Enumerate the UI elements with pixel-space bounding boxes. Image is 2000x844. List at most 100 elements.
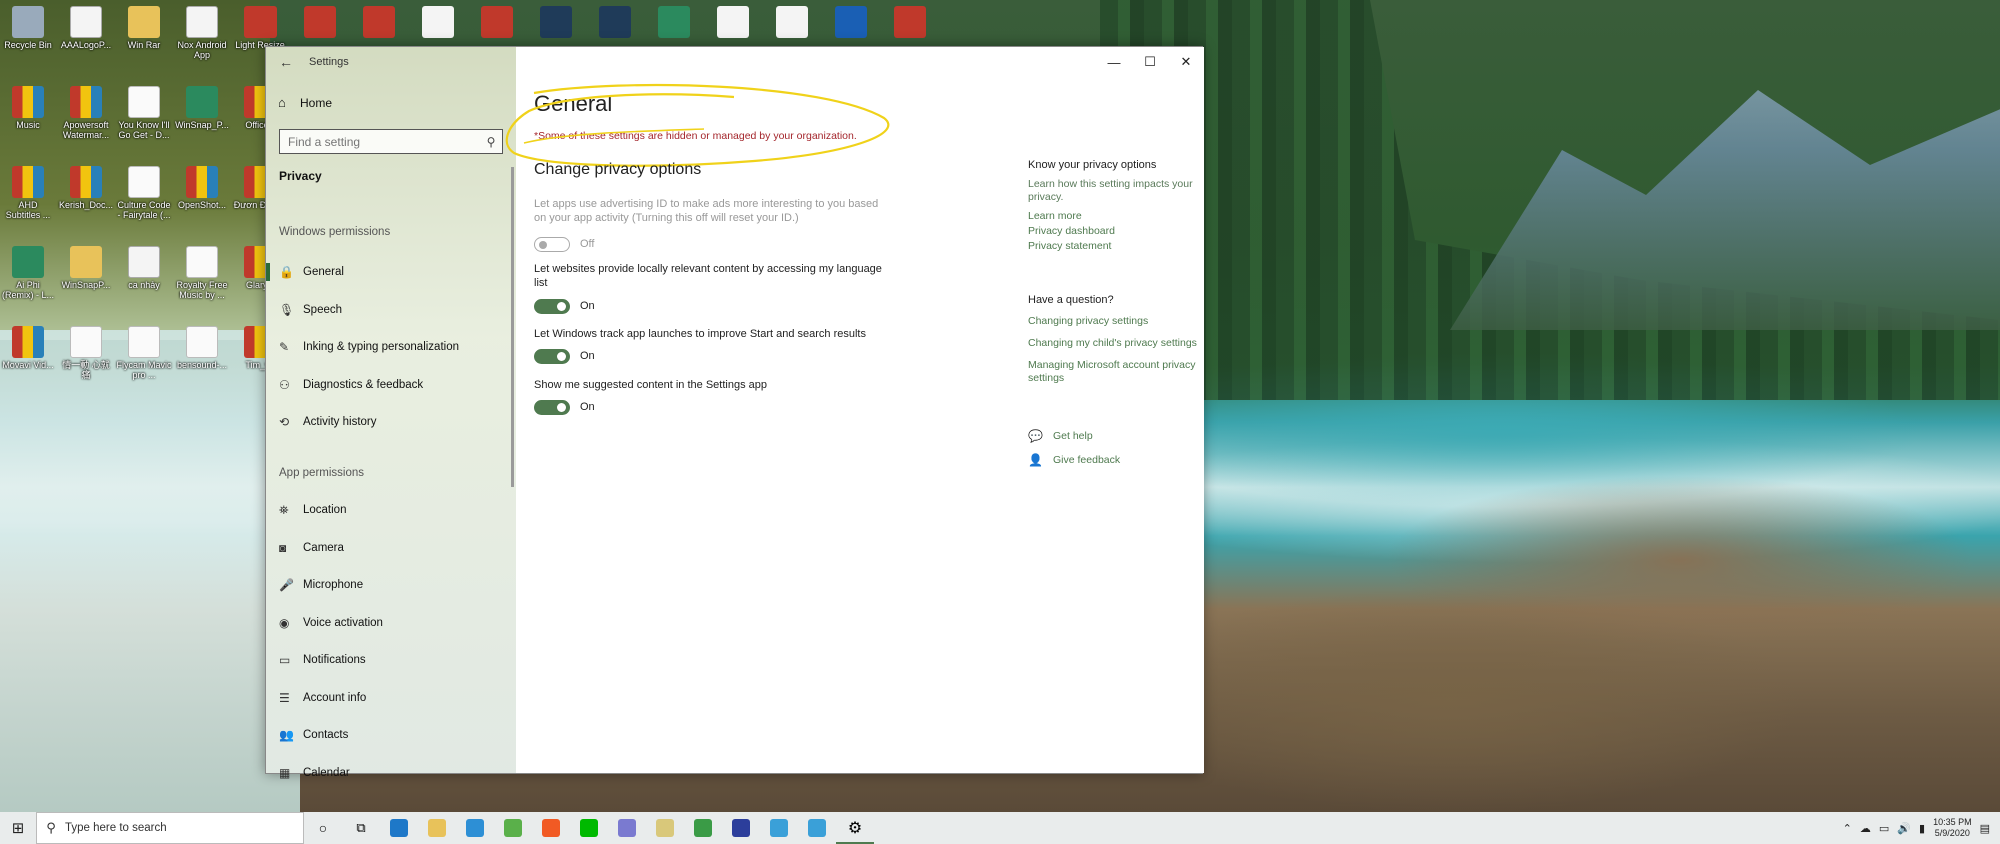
help-link[interactable]: Privacy statement bbox=[1028, 240, 1203, 253]
desktop-icon[interactable]: bensound-... bbox=[174, 326, 230, 370]
cortana-button[interactable]: ○ bbox=[304, 812, 342, 844]
taskbar-app-blue[interactable] bbox=[722, 812, 760, 844]
taskbar-file-explorer[interactable] bbox=[418, 812, 456, 844]
desktop-icon[interactable] bbox=[776, 6, 808, 38]
nav-item-microphone[interactable]: 🎤 Microphone bbox=[279, 574, 509, 596]
desktop-icon[interactable]: You Know I'll Go Get - D... bbox=[116, 86, 172, 140]
desktop-icon[interactable] bbox=[717, 6, 749, 38]
notification-center-icon[interactable]: ▤ bbox=[1980, 822, 1990, 835]
desktop-icon[interactable] bbox=[599, 6, 631, 38]
sidebar-scrollbar[interactable] bbox=[511, 167, 514, 487]
help-link[interactable]: Learn more bbox=[1028, 210, 1203, 223]
nav-item-speech[interactable]: 🎙 Speech bbox=[279, 299, 509, 321]
desktop-icon[interactable]: 情一動 心就痛 bbox=[58, 326, 114, 380]
nav-item-activity-history[interactable]: ⟲ Activity history bbox=[279, 411, 509, 433]
desktop-icon[interactable]: Kerish_Doc... bbox=[58, 166, 114, 210]
desktop-icon[interactable] bbox=[835, 6, 867, 38]
search-input[interactable] bbox=[280, 134, 480, 149]
app-permissions-label: App permissions bbox=[279, 467, 365, 479]
battery-icon[interactable]: ▮ bbox=[1919, 822, 1925, 835]
get-help-link[interactable]: 💬 Get help bbox=[1028, 429, 1093, 443]
help-link[interactable]: Managing Microsoft account privacy setti… bbox=[1028, 359, 1203, 385]
desktop-icon[interactable]: Recycle Bin bbox=[0, 6, 56, 50]
nav-item-inking-typing-personalization[interactable]: ✎ Inking & typing personalization bbox=[279, 336, 509, 358]
taskbar-line[interactable] bbox=[570, 812, 608, 844]
nav-item-general[interactable]: 🔒 General bbox=[266, 261, 509, 283]
taskbar-winsnap-2[interactable] bbox=[798, 812, 836, 844]
minimize-button[interactable]: — bbox=[1096, 47, 1132, 77]
start-button[interactable]: ⊞ bbox=[0, 812, 36, 844]
desktop-icon[interactable] bbox=[363, 6, 395, 38]
app-globe-icon bbox=[694, 819, 712, 837]
speech-icon: 🎙 bbox=[279, 302, 295, 317]
taskbar-brave[interactable] bbox=[532, 812, 570, 844]
desktop-icon[interactable]: WinSnapP... bbox=[58, 246, 114, 290]
desktop-icon[interactable] bbox=[481, 6, 513, 38]
settings-window: ← Settings ⌂ Home ⚲ Privacy Windows perm… bbox=[265, 46, 1204, 780]
taskbar-winsnap-1[interactable] bbox=[760, 812, 798, 844]
desktop-icon[interactable]: Nox Android App bbox=[174, 6, 230, 60]
taskbar-app-yellow[interactable] bbox=[646, 812, 684, 844]
desktop-icon[interactable]: WinSnap_P... bbox=[174, 86, 230, 130]
desktop-icon-label: Flycam Mavic pro ... bbox=[116, 360, 172, 380]
taskbar-app-green[interactable] bbox=[494, 812, 532, 844]
search-icon[interactable]: ⚲ bbox=[480, 135, 502, 149]
desktop-icon[interactable] bbox=[304, 6, 336, 38]
desktop-icon[interactable]: Culture Code - Fairytale (... bbox=[116, 166, 172, 220]
nav-item-calendar[interactable]: ▦ Calendar bbox=[279, 762, 509, 784]
privacy-toggle[interactable] bbox=[534, 349, 570, 364]
toggle-knob bbox=[557, 403, 566, 412]
desktop-icon[interactable]: Ai Phi (Remix) - L... bbox=[0, 246, 56, 300]
desktop-icon[interactable] bbox=[658, 6, 690, 38]
voice-icon: ◉ bbox=[279, 615, 290, 630]
close-button[interactable]: ✕ bbox=[1168, 47, 1204, 77]
nav-item-voice-activation[interactable]: ◉ Voice activation bbox=[279, 612, 509, 634]
nav-item-location[interactable]: ⛯ Location bbox=[279, 499, 509, 521]
privacy-toggle[interactable] bbox=[534, 400, 570, 415]
tray-chevron-up-icon[interactable]: ⌃ bbox=[1843, 822, 1852, 835]
clock[interactable]: 10:35 PM 5/9/2020 bbox=[1933, 817, 1972, 839]
desktop-icon[interactable]: AHD Subtitles ... bbox=[0, 166, 56, 220]
file-icon bbox=[70, 246, 102, 278]
onedrive-icon[interactable]: ☁ bbox=[1860, 822, 1871, 835]
desktop-icon[interactable]: OpenShot... bbox=[174, 166, 230, 210]
desktop-icon[interactable] bbox=[540, 6, 572, 38]
taskbar-music[interactable] bbox=[608, 812, 646, 844]
desktop-icon[interactable]: Movavi Vid... bbox=[0, 326, 56, 370]
desktop-icon-label: Royalty Free Music by ... bbox=[176, 280, 228, 300]
desktop-icon[interactable]: AAALogoP... bbox=[58, 6, 114, 50]
back-button[interactable]: ← bbox=[271, 47, 301, 77]
nav-item-account-info[interactable]: ☰ Account info bbox=[279, 687, 509, 709]
desktop-icon[interactable]: Music bbox=[0, 86, 56, 130]
privacy-toggle[interactable] bbox=[534, 299, 570, 314]
give-feedback-link[interactable]: 👤 Give feedback bbox=[1028, 453, 1120, 467]
nav-item-notifications[interactable]: ▭ Notifications bbox=[279, 649, 509, 671]
taskbar-search[interactable]: ⚲ Type here to search bbox=[36, 812, 304, 844]
maximize-button[interactable]: ☐ bbox=[1132, 47, 1168, 77]
taskbar-edge[interactable] bbox=[380, 812, 418, 844]
nav-item-camera[interactable]: ◙ Camera bbox=[279, 537, 509, 559]
nav-item-diagnostics-feedback[interactable]: ⚇ Diagnostics & feedback bbox=[279, 374, 509, 396]
desktop-icon[interactable]: Royalty Free Music by ... bbox=[174, 246, 230, 300]
nav-home[interactable]: ⌂ Home bbox=[278, 95, 332, 110]
network-icon[interactable]: ▭ bbox=[1879, 822, 1889, 835]
task-view-button[interactable]: ⧉ bbox=[342, 812, 380, 844]
desktop-icon[interactable]: Win Rar bbox=[116, 6, 172, 50]
volume-icon[interactable]: 🔊 bbox=[1897, 822, 1911, 835]
help-link[interactable]: Changing privacy settings bbox=[1028, 315, 1203, 328]
desktop-icon[interactable] bbox=[422, 6, 454, 38]
desktop-icon[interactable]: ca nhảy bbox=[116, 246, 172, 290]
help-link[interactable]: Changing my child's privacy settings bbox=[1028, 337, 1203, 350]
taskbar-browser[interactable] bbox=[456, 812, 494, 844]
desktop-icon[interactable]: Flycam Mavic pro ... bbox=[116, 326, 172, 380]
taskbar-app-globe[interactable] bbox=[684, 812, 722, 844]
desktop-icon[interactable] bbox=[245, 6, 277, 38]
taskbar-settings[interactable]: ⚙ bbox=[836, 812, 874, 844]
desktop-icon[interactable]: Apowersoft Watermar... bbox=[58, 86, 114, 140]
help-link[interactable]: Privacy dashboard bbox=[1028, 225, 1203, 238]
find-setting-search[interactable]: ⚲ bbox=[279, 129, 503, 154]
desktop-icon[interactable] bbox=[894, 6, 926, 38]
clock-time: 10:35 PM bbox=[1933, 817, 1972, 827]
nav-item-contacts[interactable]: 👥 Contacts bbox=[279, 724, 509, 746]
toggle-state: On bbox=[580, 401, 595, 413]
